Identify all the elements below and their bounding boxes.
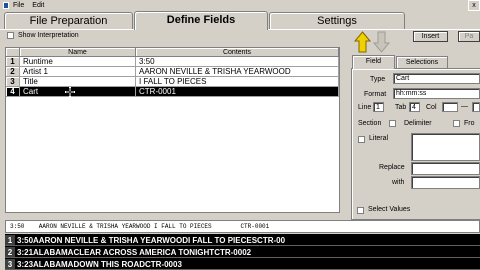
literal-checkbox[interactable]	[358, 136, 365, 143]
tab-label: Tab	[395, 104, 407, 111]
list-item[interactable]: 3 3:23ALABAMADOWN THIS ROADCTR-0003	[5, 259, 480, 270]
menu-bar: File Edit	[0, 0, 480, 11]
field-name-cell[interactable]: Runtime	[20, 57, 136, 67]
literal-label: Literal	[369, 135, 389, 142]
grid-header: Name Contents	[6, 48, 339, 57]
field-contents-cell[interactable]: AARON NEVILLE & TRISHA YEARWOOD	[136, 67, 339, 77]
insert-button[interactable]: Insert	[413, 31, 448, 42]
grid-corner	[6, 48, 20, 57]
field-contents-cell[interactable]: 3:50	[136, 57, 339, 67]
col-label: Col	[426, 104, 437, 111]
list-item[interactable]: 1 3:50AARON NEVILLE & TRISHA YEARWOODI FA…	[5, 235, 480, 246]
arrow-up-icon[interactable]	[354, 31, 371, 53]
field-contents-cell[interactable]: CTR-0001	[136, 87, 339, 97]
paste-button[interactable]: Pa	[458, 31, 480, 42]
section-label: Section	[358, 120, 382, 127]
col-separator: —	[461, 103, 468, 110]
replace-field[interactable]	[411, 162, 480, 175]
literal-field[interactable]	[411, 133, 480, 161]
tab-file-preparation[interactable]: File Preparation	[4, 12, 133, 29]
table-row[interactable]: 1 Runtime 3:50	[6, 57, 339, 67]
line-label: Line	[358, 104, 372, 111]
tab-define-fields[interactable]: Define Fields	[134, 11, 268, 30]
section-checkbox[interactable]	[389, 120, 396, 127]
line-field[interactable]: 1	[373, 102, 384, 112]
result-text: 3:23ALABAMADOWN THIS ROADCTR-0003	[17, 260, 182, 269]
arrow-down-icon[interactable]	[373, 31, 390, 53]
row-number: 4	[6, 87, 20, 97]
results-list[interactable]: 1 3:50AARON NEVILLE & TRISHA YEARWOODI FA…	[5, 234, 480, 270]
column-header-contents[interactable]: Contents	[136, 48, 339, 57]
fro-checkbox[interactable]	[453, 120, 460, 127]
show-interpretation-toggle[interactable]: Show Interpretation	[7, 32, 79, 39]
raw-line-preview: 3:50 AARON NEVILLE & TRISHA YEARWOOD I F…	[5, 220, 480, 233]
show-interpretation-label: Show Interpretation	[18, 32, 79, 39]
field-contents-cell[interactable]: I FALL TO PIECES	[136, 77, 339, 87]
row-number: 3	[6, 77, 20, 87]
tab-field-input[interactable]: 4	[409, 102, 420, 112]
row-number: 2	[6, 67, 20, 77]
fro-label: Fro	[464, 120, 475, 127]
field-name-cell[interactable]: Title	[20, 77, 136, 87]
list-item[interactable]: 2 3:21ALABAMACLEAR ACROSS AMERICA TONIGHT…	[5, 247, 480, 258]
row-number: 1	[6, 57, 20, 67]
select-values-checkbox[interactable]	[357, 207, 364, 214]
tab-field[interactable]: Field	[352, 55, 395, 69]
result-number: 3	[5, 259, 15, 269]
table-row-selected[interactable]: 4 Cart CTR-0001	[6, 87, 339, 97]
with-field[interactable]	[411, 176, 480, 189]
col-end-field[interactable]	[472, 102, 480, 112]
menu-edit[interactable]: Edit	[28, 2, 48, 9]
delimiter-label: Delimiter	[404, 120, 432, 127]
tab-selections[interactable]: Selections	[396, 56, 448, 68]
tab-settings[interactable]: Settings	[269, 12, 405, 29]
column-header-name[interactable]: Name	[20, 48, 136, 57]
result-number: 2	[5, 247, 15, 257]
close-button[interactable]: x	[468, 0, 480, 11]
format-field[interactable]: hh:mm:ss	[393, 88, 480, 99]
show-interpretation-checkbox[interactable]	[7, 32, 14, 39]
result-text: 3:21ALABAMACLEAR ACROSS AMERICA TONIGHTC…	[17, 248, 252, 257]
result-text: 3:50AARON NEVILLE & TRISHA YEARWOODI FAL…	[17, 236, 286, 245]
field-grid[interactable]: Name Contents 1 Runtime 3:50 2 Artist 1 …	[5, 47, 340, 213]
result-number: 1	[5, 235, 15, 245]
type-field[interactable]: Cart	[393, 73, 480, 84]
with-label: with	[392, 179, 405, 186]
select-values-label: Select Values	[368, 206, 411, 213]
format-label: Format	[364, 91, 387, 98]
cursor-icon	[65, 87, 75, 97]
col-field[interactable]	[442, 102, 458, 112]
field-name-cell[interactable]: Artist 1	[20, 67, 136, 77]
replace-label: Replace	[379, 164, 405, 171]
menu-file[interactable]: File	[9, 2, 28, 9]
field-name-cell[interactable]: Cart	[20, 87, 136, 97]
type-label: Type	[370, 76, 386, 83]
table-row[interactable]: 2 Artist 1 AARON NEVILLE & TRISHA YEARWO…	[6, 67, 339, 77]
table-row[interactable]: 3 Title I FALL TO PIECES	[6, 77, 339, 87]
